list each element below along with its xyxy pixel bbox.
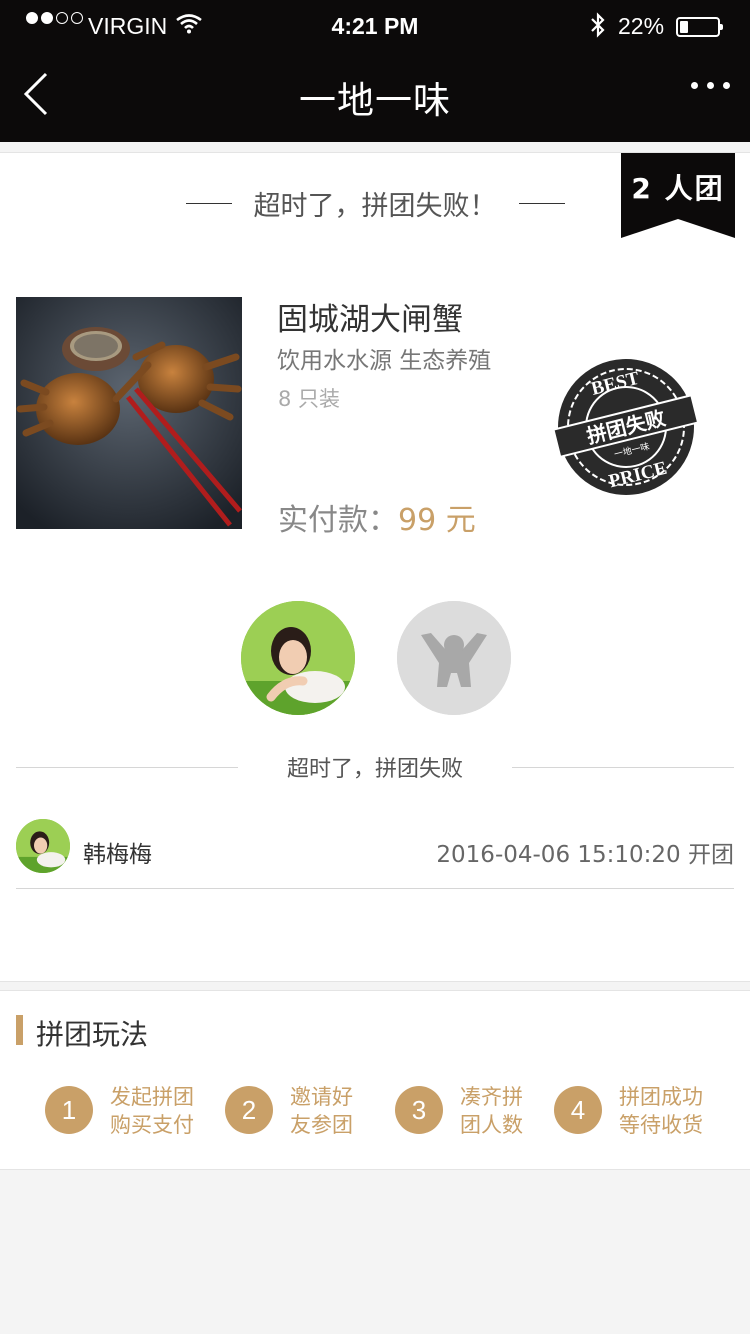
member-row-avatar[interactable] bbox=[16, 819, 70, 873]
product-name[interactable]: 固城湖大闸蟹 bbox=[277, 294, 463, 339]
heading-line-left bbox=[185, 202, 232, 204]
paid-value: 99 元 bbox=[398, 503, 476, 538]
product-description: 饮用水水源 生态养殖 bbox=[277, 348, 492, 374]
team-size-badge: 2 人团 bbox=[621, 153, 735, 238]
step-text: 拼团成功 等待收货 bbox=[619, 1083, 729, 1139]
more-icon[interactable] bbox=[691, 82, 730, 89]
product-quantity: 8 只装 bbox=[278, 387, 341, 411]
member-open-time: 2016-04-06 15:10:20 开团 bbox=[436, 842, 734, 868]
step-text-line2: 团人数 bbox=[460, 1113, 523, 1137]
team-size-label: 2 人团 bbox=[631, 172, 725, 205]
step-text-line2: 等待收货 bbox=[619, 1113, 703, 1137]
nav-bar: 一地一味 bbox=[0, 46, 750, 142]
rules-section: 拼团玩法 1 发起拼团 购买支付 2 邀请好 友参团 3 凑齐拼 团人数 4 拼… bbox=[0, 990, 750, 1170]
step-text: 发起拼团 购买支付 bbox=[110, 1083, 220, 1139]
member-name: 韩梅梅 bbox=[83, 842, 152, 868]
empty-slot-avatar[interactable] bbox=[397, 601, 511, 715]
step-text-line1: 发起拼团 bbox=[110, 1085, 194, 1109]
step-text-line1: 拼团成功 bbox=[619, 1085, 703, 1109]
paid-label: 实付款： bbox=[278, 503, 398, 538]
divider-line-right bbox=[512, 767, 734, 768]
step-number: 3 bbox=[395, 1086, 443, 1134]
fail-stamp-icon: BEST PRICE 拼团失败 一地一味 bbox=[553, 359, 699, 495]
step-text-line2: 友参团 bbox=[290, 1113, 353, 1137]
bluetooth-icon bbox=[591, 12, 605, 38]
battery-icon bbox=[676, 17, 723, 37]
member-avatar[interactable] bbox=[241, 601, 355, 715]
step-text-line2: 购买支付 bbox=[110, 1113, 194, 1137]
step-text-line1: 邀请好 bbox=[290, 1085, 353, 1109]
battery-percent: 22% bbox=[618, 13, 665, 39]
step-number: 4 bbox=[554, 1086, 602, 1134]
step-number: 1 bbox=[45, 1086, 93, 1134]
status-bar: VIRGIN 4:21 PM 22% bbox=[0, 0, 750, 46]
rules-accent-bar bbox=[16, 1015, 23, 1045]
heading-line-right bbox=[518, 202, 565, 204]
group-card: 超时了，拼团失败！ 2 人团 固城湖大闸蟹 饮用水水源 生态养殖 8 只装 实付… bbox=[0, 152, 750, 982]
paid-amount: 实付款：99 元 bbox=[278, 495, 476, 539]
step-number: 2 bbox=[225, 1086, 273, 1134]
step-text: 邀请好 友参团 bbox=[290, 1083, 400, 1139]
product-image[interactable] bbox=[16, 297, 242, 529]
rules-title: 拼团玩法 bbox=[36, 1018, 149, 1051]
member-row: 韩梅梅 2016-04-06 15:10:20 开团 bbox=[16, 817, 734, 889]
page-title: 一地一味 bbox=[299, 79, 451, 122]
status-divider: 超时了，拼团失败 bbox=[16, 751, 734, 783]
fail-heading-text: 超时了，拼团失败！ bbox=[253, 190, 497, 222]
